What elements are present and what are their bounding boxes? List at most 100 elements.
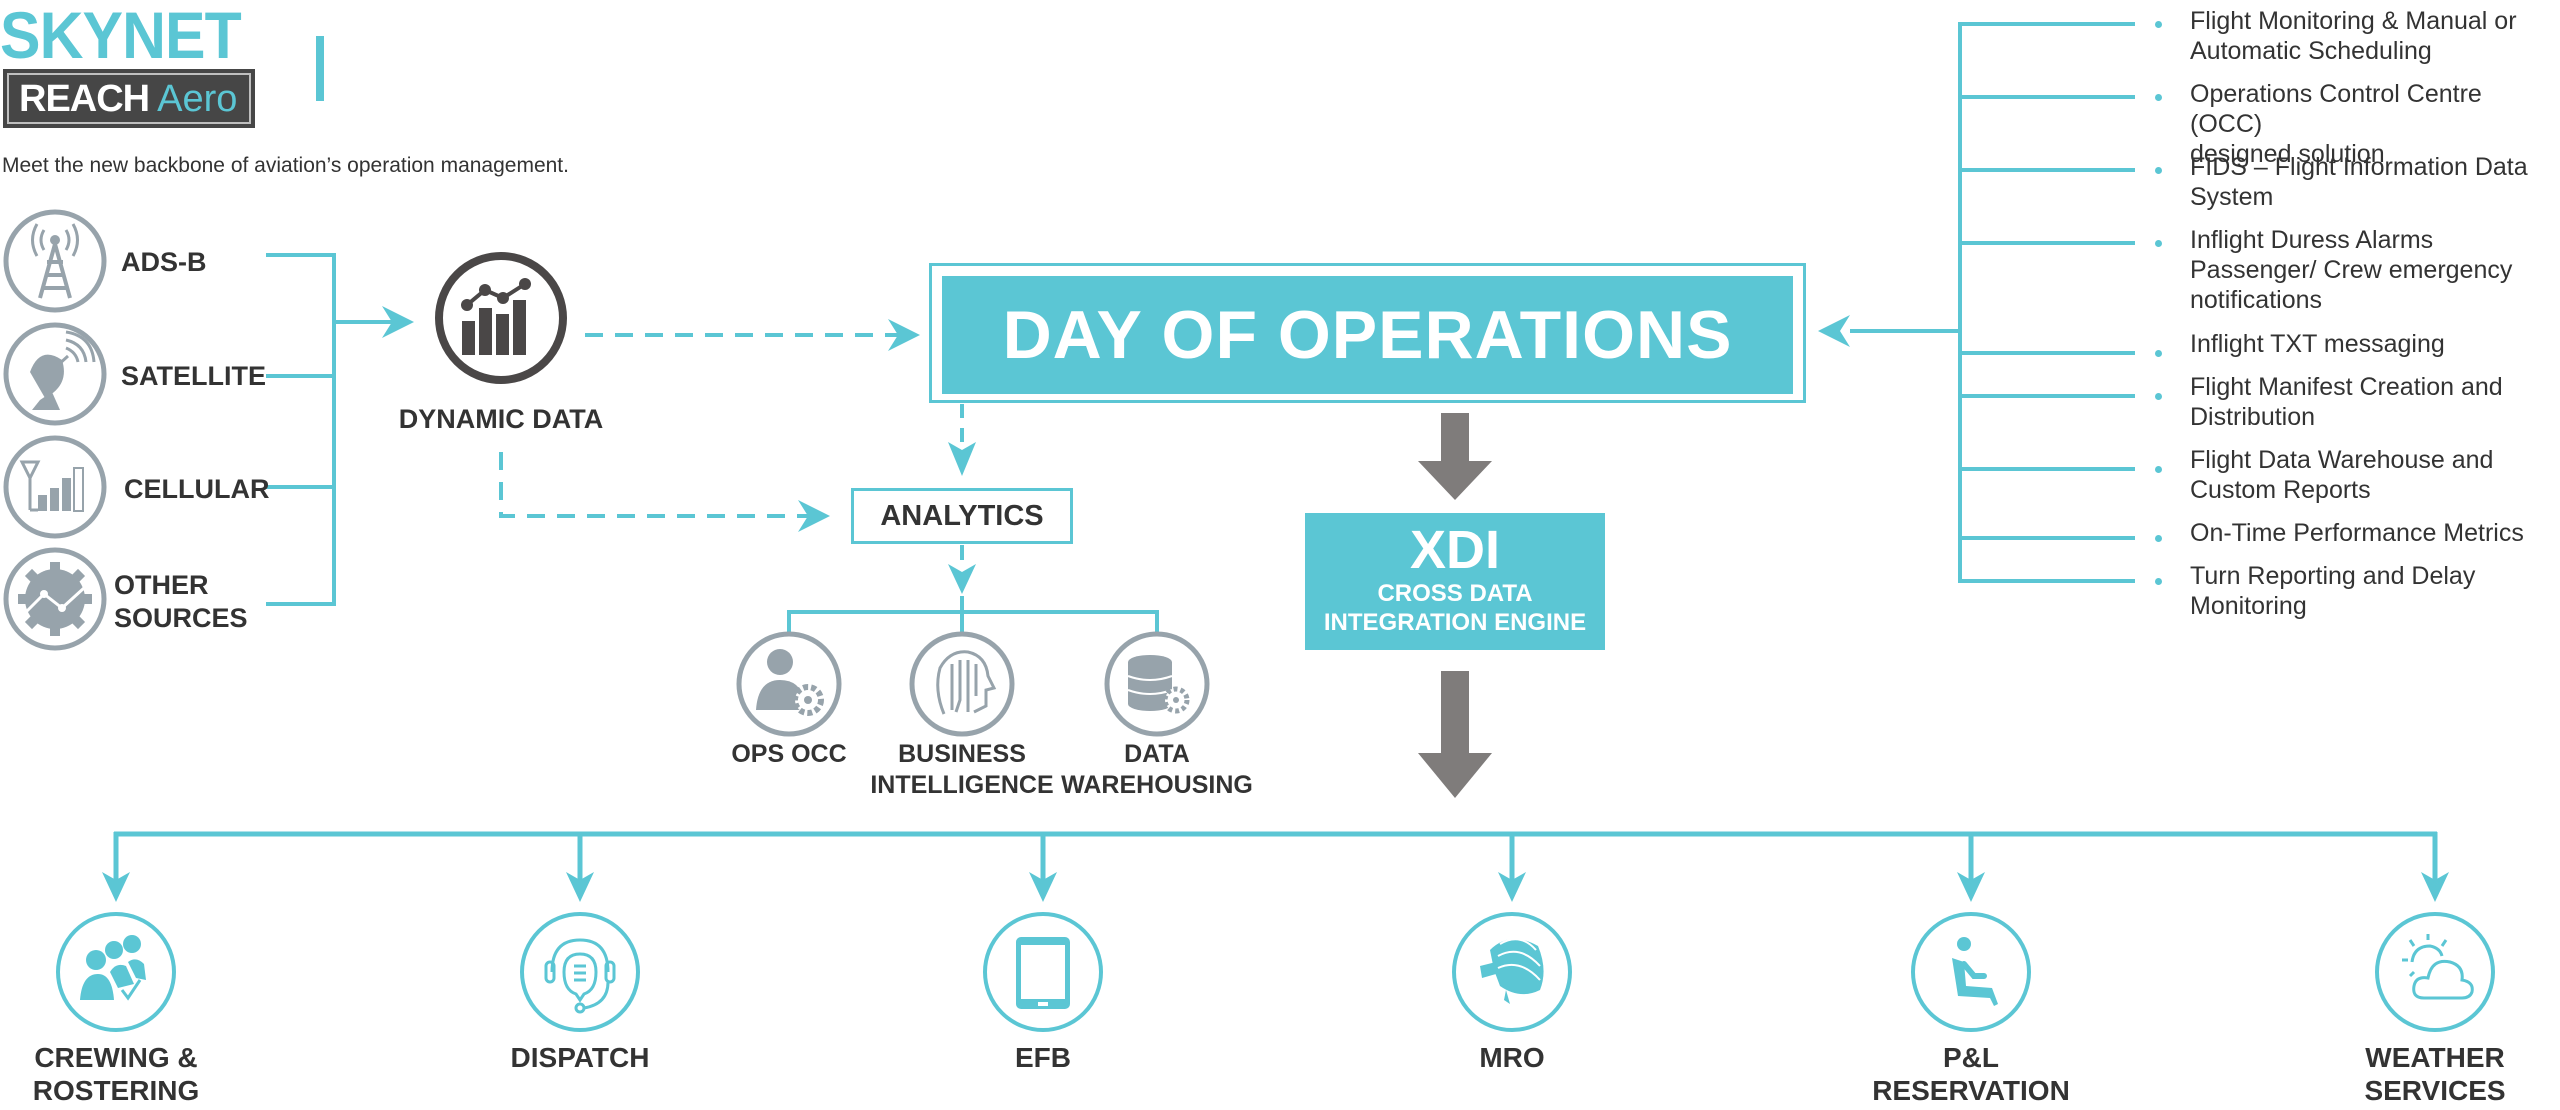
output-label: MRO bbox=[1479, 1042, 1545, 1073]
dynamic-data-label: DYNAMIC DATA bbox=[398, 404, 604, 434]
feature-line: Distribution bbox=[2190, 403, 2316, 431]
analytics-child-label: WAREHOUSING bbox=[1061, 771, 1253, 799]
source-label-text: CELLULAR bbox=[124, 474, 270, 504]
output-pl-reservation: P&L RESERVATION bbox=[1841, 1041, 2101, 1107]
tablet-icon bbox=[983, 912, 1103, 1032]
bullet-icon bbox=[2155, 466, 2162, 473]
output-label: RESERVATION bbox=[1872, 1075, 2070, 1106]
analytics-box: ANALYTICS bbox=[851, 488, 1073, 544]
source-label-ads-b: ADS-B bbox=[121, 246, 207, 279]
feature-line: Flight Data Warehouse and bbox=[2190, 446, 2494, 474]
xdi-subtitle-line: CROSS DATA bbox=[1377, 580, 1533, 607]
user-gear-icon bbox=[736, 631, 842, 737]
logo-reach-text: REACH bbox=[19, 77, 150, 120]
crew-group-icon bbox=[56, 912, 176, 1032]
source-label-other-sources: OTHER SOURCES bbox=[114, 569, 248, 635]
output-label: DISPATCH bbox=[510, 1042, 650, 1073]
feature-item: Inflight Duress Alarms Passenger/ Crew e… bbox=[2190, 225, 2560, 315]
output-efb: EFB bbox=[913, 1041, 1173, 1074]
feature-item: Flight Monitoring & Manual or Automatic … bbox=[2190, 6, 2560, 66]
feature-line: Custom Reports bbox=[2190, 476, 2371, 504]
output-crewing-rostering: CREWING & ROSTERING bbox=[0, 1041, 246, 1107]
feature-line: Flight Monitoring & Manual or bbox=[2190, 7, 2517, 35]
logo-reach-aero: REACH Aero bbox=[3, 69, 255, 128]
output-mro: MRO bbox=[1382, 1041, 1642, 1074]
output-weather-services: WEATHER SERVICES bbox=[2305, 1041, 2560, 1107]
feature-line: Monitoring bbox=[2190, 592, 2307, 620]
feature-line: notifications bbox=[2190, 286, 2323, 314]
cellular-signal-icon bbox=[3, 435, 107, 539]
bullet-icon bbox=[2155, 167, 2162, 174]
output-label: ROSTERING bbox=[32, 1075, 200, 1106]
output-label: EFB bbox=[1015, 1042, 1071, 1073]
arrow-xdi-to-outputs bbox=[1418, 671, 1492, 798]
arrow-features-to-doo bbox=[1818, 315, 1850, 347]
feature-item: Flight Manifest Creation and Distributio… bbox=[2190, 372, 2560, 432]
sun-cloud-icon bbox=[2375, 912, 2495, 1032]
feature-item: Inflight TXT messaging bbox=[2190, 329, 2560, 359]
logo-divider bbox=[316, 36, 324, 101]
output-arrowheads bbox=[102, 872, 2449, 902]
analytics-child-business-intelligence: BUSINESS INTELLIGENCE bbox=[852, 739, 1072, 801]
output-dispatch: DISPATCH bbox=[450, 1041, 710, 1074]
feature-item: FIDS – Flight Information Data System bbox=[2190, 152, 2560, 212]
feature-line: Turn Reporting and Delay bbox=[2190, 562, 2476, 590]
feature-line: Inflight TXT messaging bbox=[2190, 330, 2445, 358]
analytics-bracket bbox=[787, 596, 1159, 634]
analytics-child-data-warehousing: DATA WAREHOUSING bbox=[1047, 739, 1267, 801]
bullet-icon bbox=[2155, 393, 2162, 400]
source-label-text: OTHER bbox=[114, 570, 209, 600]
tagline: Meet the new backbone of aviation’s oper… bbox=[2, 154, 569, 177]
feature-item: On-Time Performance Metrics bbox=[2190, 518, 2560, 548]
brain-circuit-icon bbox=[909, 631, 1015, 737]
bar-line-chart-icon bbox=[435, 252, 567, 384]
output-label: SERVICES bbox=[2364, 1075, 2506, 1106]
feature-line: Flight Manifest Creation and bbox=[2190, 373, 2503, 401]
source-label-text: ADS-B bbox=[121, 247, 207, 277]
feature-item: Turn Reporting and Delay Monitoring bbox=[2190, 561, 2560, 621]
bullet-icon bbox=[2155, 350, 2162, 357]
feature-line: System bbox=[2190, 183, 2274, 211]
xdi-subtitle-line: INTEGRATION ENGINE bbox=[1323, 609, 1587, 636]
bullet-icon bbox=[2155, 21, 2162, 28]
xdi-box: XDI CROSS DATA INTEGRATION ENGINE bbox=[1305, 513, 1605, 650]
arrow-doo-to-analytics bbox=[948, 442, 976, 476]
day-of-operations-box: DAY OF OPERATIONS bbox=[942, 276, 1793, 394]
gear-chart-icon bbox=[3, 547, 107, 651]
source-label-satellite: SATELLITE bbox=[121, 360, 266, 393]
headset-chat-icon bbox=[520, 912, 640, 1032]
dashed-link-dynamic-to-analytics bbox=[499, 452, 808, 518]
source-label-text: SOURCES bbox=[114, 603, 248, 633]
analytics-child-label: BUSINESS bbox=[898, 740, 1026, 768]
feature-line: Operations Control Centre (OCC) bbox=[2190, 80, 2482, 138]
feature-line: On-Time Performance Metrics bbox=[2190, 519, 2524, 547]
bullet-icon bbox=[2155, 94, 2162, 101]
source-label-cellular: CELLULAR bbox=[124, 473, 269, 506]
logo-skynet: SKYNET bbox=[0, 0, 242, 72]
feature-line: Passenger/ Crew emergency bbox=[2190, 256, 2513, 284]
output-label: WEATHER bbox=[2365, 1042, 2505, 1073]
xdi-title: XDI bbox=[1409, 520, 1501, 580]
passenger-seat-icon bbox=[1911, 912, 2031, 1032]
wrench-engine-icon bbox=[1452, 912, 1572, 1032]
radio-tower-icon bbox=[3, 209, 107, 313]
feature-line: FIDS – Flight Information Data bbox=[2190, 153, 2528, 181]
source-label-text: SATELLITE bbox=[121, 361, 266, 391]
arrow-doo-to-xdi bbox=[1418, 413, 1492, 500]
satellite-dish-icon bbox=[3, 322, 107, 426]
bullet-icon bbox=[2155, 240, 2162, 247]
database-gear-icon bbox=[1104, 631, 1210, 737]
output-label: P&L bbox=[1943, 1042, 1999, 1073]
features-bracket bbox=[1850, 22, 2135, 583]
logo-aero-text: Aero bbox=[157, 77, 238, 120]
analytics-child-label: INTELLIGENCE bbox=[870, 771, 1054, 799]
feature-item: Flight Data Warehouse and Custom Reports bbox=[2190, 445, 2560, 505]
bullet-icon bbox=[2155, 535, 2162, 542]
analytics-child-label: DATA bbox=[1124, 740, 1190, 768]
feature-line: Inflight Duress Alarms bbox=[2190, 226, 2434, 254]
output-label: CREWING & bbox=[34, 1042, 198, 1073]
bullet-icon bbox=[2155, 578, 2162, 585]
feature-line: Automatic Scheduling bbox=[2190, 37, 2432, 65]
arrow-analytics-down bbox=[948, 564, 976, 594]
outputs-bus bbox=[113, 831, 2438, 880]
